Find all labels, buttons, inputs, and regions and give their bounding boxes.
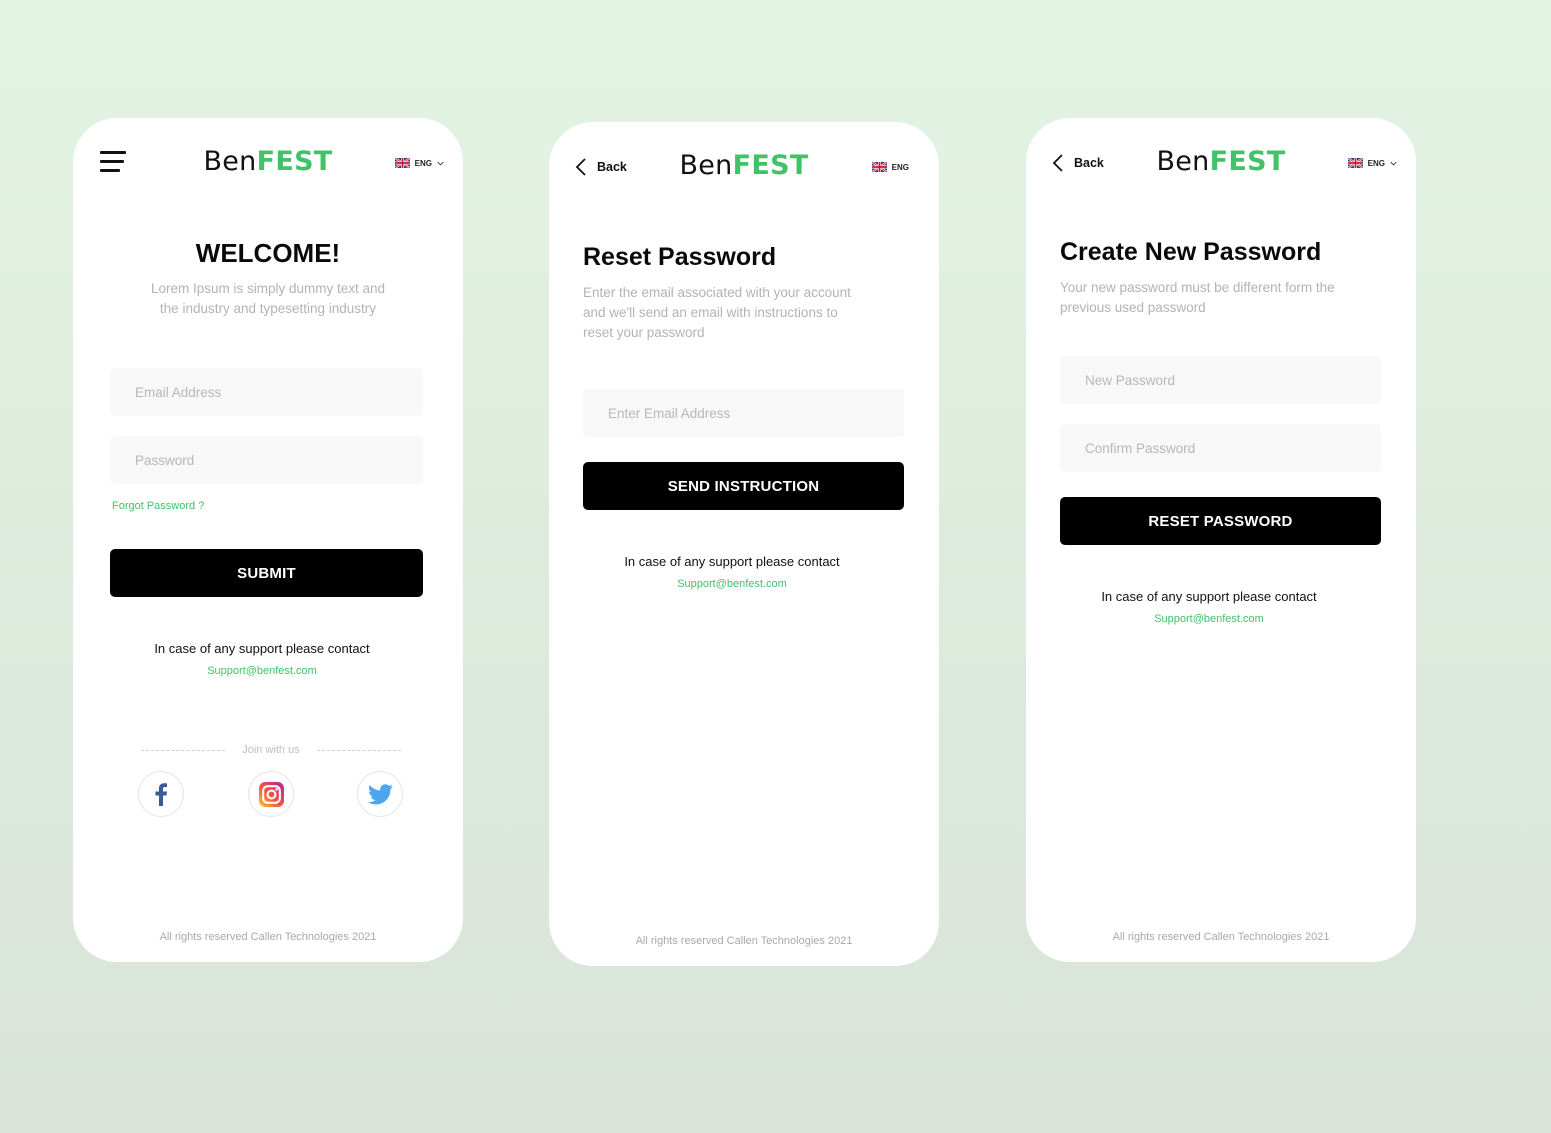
support-email-link[interactable]: Support@benfest.com <box>677 578 787 590</box>
language-code: ENG <box>414 158 432 168</box>
email-field[interactable] <box>583 389 904 437</box>
chevron-down-icon <box>437 161 444 166</box>
instagram-button[interactable] <box>248 771 294 817</box>
language-selector[interactable]: ENG <box>394 158 444 168</box>
reset-password-button[interactable]: RESET PASSWORD <box>1060 497 1381 545</box>
back-label: Back <box>597 160 627 174</box>
reset-password-screen: Back BenFEST ENG Reset Password Enter th… <box>549 122 939 966</box>
support-text: In case of any support please contact <box>624 554 840 569</box>
support-section: In case of any support please contact Su… <box>67 641 457 679</box>
social-buttons <box>138 771 404 817</box>
footer-copyright: All rights reserved Callen Technologies … <box>159 931 377 943</box>
language-code: ENG <box>891 162 909 172</box>
header: BenFEST ENG <box>73 118 463 208</box>
header: Back BenFEST ENG <box>549 122 939 212</box>
join-label: Join with us <box>242 744 300 756</box>
header: Back BenFEST ENG <box>1026 118 1416 208</box>
brand-logo: BenFEST <box>1156 146 1286 177</box>
brand-logo: BenFEST <box>679 150 809 181</box>
back-label: Back <box>1074 156 1104 170</box>
footer-copyright: All rights reserved Callen Technologies … <box>1112 931 1330 943</box>
language-selector[interactable]: ENG <box>1347 158 1397 168</box>
back-button[interactable]: Back <box>1052 154 1104 172</box>
instagram-icon <box>258 781 284 807</box>
forgot-password-link[interactable]: Forgot Password ? <box>112 500 204 512</box>
uk-flag-icon <box>871 162 887 172</box>
support-email-link[interactable]: Support@benfest.com <box>207 665 317 677</box>
password-field[interactable] <box>110 436 423 484</box>
new-password-field[interactable] <box>1060 356 1381 404</box>
email-field[interactable] <box>110 368 423 416</box>
uk-flag-icon <box>1347 158 1363 168</box>
support-section: In case of any support please contact Su… <box>537 554 927 592</box>
back-button[interactable]: Back <box>575 158 627 176</box>
page-subtitle: Your new password must be different form… <box>1060 280 1335 315</box>
login-screen: BenFEST ENG WELCOME! Lorem Ipsum is simp… <box>73 118 463 962</box>
language-selector[interactable]: ENG <box>871 162 909 172</box>
chevron-left-icon <box>575 158 586 176</box>
divider-line <box>316 749 401 751</box>
facebook-icon <box>155 783 167 806</box>
support-text: In case of any support please contact <box>1101 589 1317 604</box>
language-code: ENG <box>1367 158 1385 168</box>
confirm-password-field[interactable] <box>1060 424 1381 472</box>
footer-copyright: All rights reserved Callen Technologies … <box>635 935 853 947</box>
create-password-screen: Back BenFEST ENG Create New Password You… <box>1026 118 1416 962</box>
chevron-left-icon <box>1052 154 1063 172</box>
support-email-link[interactable]: Support@benfest.com <box>1154 613 1264 625</box>
page-title: Create New Password <box>1060 238 1322 266</box>
join-divider: Join with us <box>141 744 401 756</box>
hamburger-menu-icon[interactable] <box>100 151 127 173</box>
page-title: Reset Password <box>583 243 777 271</box>
page-subtitle: Enter the email associated with your acc… <box>583 285 851 340</box>
chevron-down-icon <box>1390 161 1397 166</box>
submit-button[interactable]: SUBMIT <box>110 549 423 597</box>
twitter-icon <box>367 783 393 804</box>
support-text: In case of any support please contact <box>154 641 370 656</box>
divider-line <box>141 749 225 751</box>
support-section: In case of any support please contact Su… <box>1014 589 1404 627</box>
twitter-button[interactable] <box>357 771 403 817</box>
facebook-button[interactable] <box>138 771 184 817</box>
brand-logo: BenFEST <box>203 146 333 177</box>
page-title: WELCOME! <box>195 238 341 268</box>
send-instruction-button[interactable]: SEND INSTRUCTION <box>583 462 904 510</box>
page-subtitle: Lorem Ipsum is simply dummy text and the… <box>150 281 386 316</box>
uk-flag-icon <box>394 158 410 168</box>
